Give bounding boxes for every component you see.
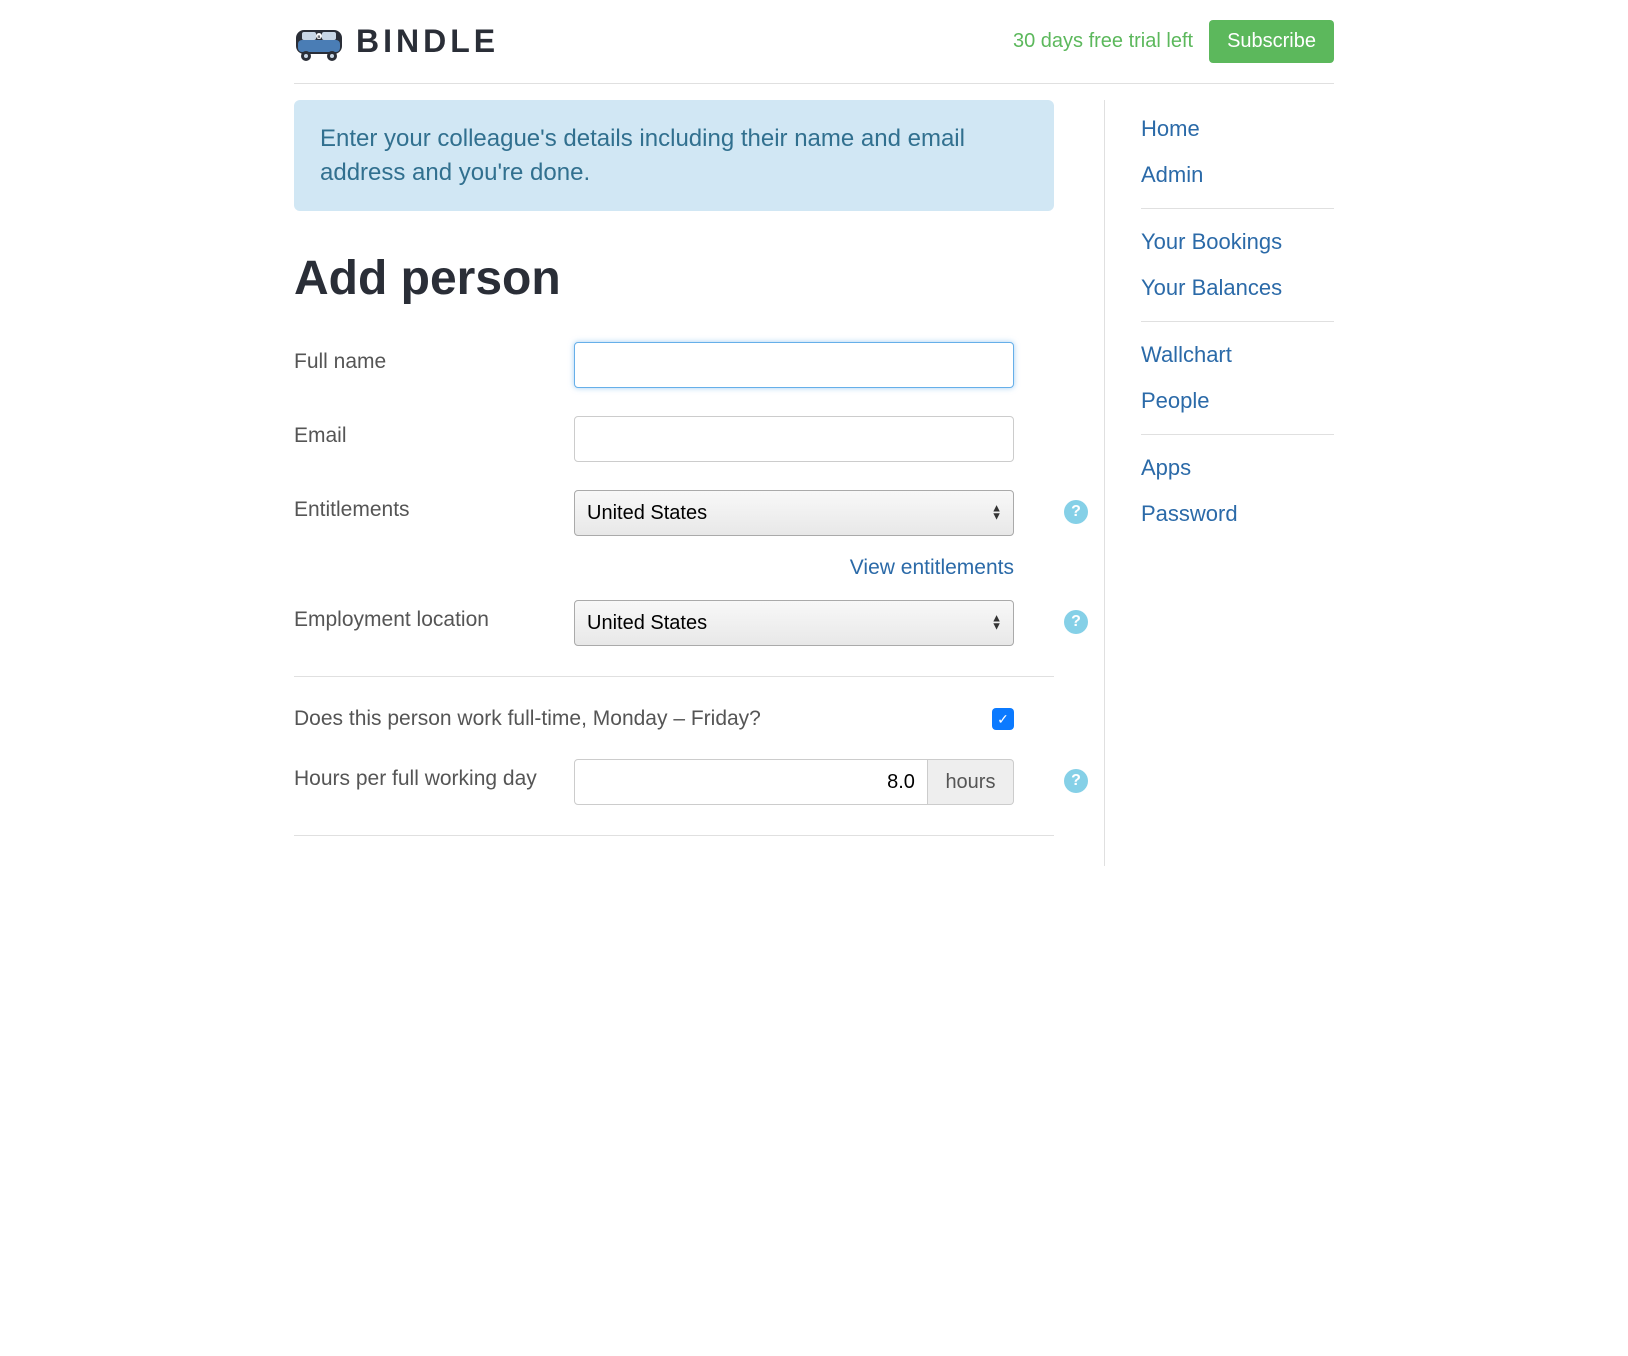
page-title: Add person: [294, 251, 1054, 306]
sidebar-admin[interactable]: Admin: [1141, 162, 1334, 188]
help-icon[interactable]: ?: [1064, 500, 1088, 524]
full-name-row: Full name: [294, 342, 1054, 388]
view-entitlements-link[interactable]: View entitlements: [850, 556, 1014, 579]
svg-text:B: B: [318, 34, 321, 39]
hours-per-day-input[interactable]: [574, 759, 928, 805]
email-input[interactable]: [574, 416, 1014, 462]
hours-unit-addon: hours: [928, 759, 1014, 805]
help-icon[interactable]: ?: [1064, 769, 1088, 793]
entitlements-label: Entitlements: [294, 490, 574, 522]
full-name-label: Full name: [294, 342, 574, 374]
fulltime-row: Does this person work full-time, Monday …: [294, 707, 1014, 731]
sidebar-group: Apps Password: [1141, 455, 1334, 547]
sidebar-group: Your Bookings Your Balances: [1141, 229, 1334, 322]
divider: [294, 676, 1054, 677]
logo[interactable]: B BINDLE: [294, 22, 499, 62]
fulltime-label: Does this person work full-time, Monday …: [294, 707, 761, 731]
sidebar: Home Admin Your Bookings Your Balances W…: [1104, 100, 1334, 866]
sidebar-home[interactable]: Home: [1141, 116, 1334, 142]
hours-per-day-label: Hours per full working day: [294, 759, 574, 791]
sidebar-people[interactable]: People: [1141, 388, 1334, 414]
entitlements-row: Entitlements United States ▲▼ ?: [294, 490, 1054, 536]
employment-location-row: Employment location United States ▲▼ ?: [294, 600, 1054, 646]
header-right: 30 days free trial left Subscribe: [1013, 20, 1334, 63]
sidebar-wallchart[interactable]: Wallchart: [1141, 342, 1334, 368]
main-content: Enter your colleague's details including…: [294, 100, 1104, 866]
sidebar-apps[interactable]: Apps: [1141, 455, 1334, 481]
full-name-input[interactable]: [574, 342, 1014, 388]
email-row: Email: [294, 416, 1054, 462]
header: B BINDLE 30 days free trial left Subscri…: [294, 20, 1334, 84]
employment-location-label: Employment location: [294, 600, 574, 632]
trial-status: 30 days free trial left: [1013, 30, 1193, 53]
sidebar-group: Wallchart People: [1141, 342, 1334, 435]
fulltime-checkbox[interactable]: ✓: [992, 708, 1014, 730]
employment-location-select[interactable]: United States: [574, 600, 1014, 646]
brand-name: BINDLE: [356, 23, 499, 60]
email-label: Email: [294, 416, 574, 448]
divider: [294, 835, 1054, 836]
sidebar-group: Home Admin: [1141, 116, 1334, 209]
bus-icon: B: [294, 22, 344, 62]
hours-per-day-row: Hours per full working day hours ?: [294, 759, 1054, 805]
subscribe-button[interactable]: Subscribe: [1209, 20, 1334, 63]
entitlements-select[interactable]: United States: [574, 490, 1014, 536]
sidebar-your-balances[interactable]: Your Balances: [1141, 275, 1334, 301]
help-icon[interactable]: ?: [1064, 610, 1088, 634]
sidebar-your-bookings[interactable]: Your Bookings: [1141, 229, 1334, 255]
info-alert: Enter your colleague's details including…: [294, 100, 1054, 211]
sidebar-password[interactable]: Password: [1141, 501, 1334, 527]
